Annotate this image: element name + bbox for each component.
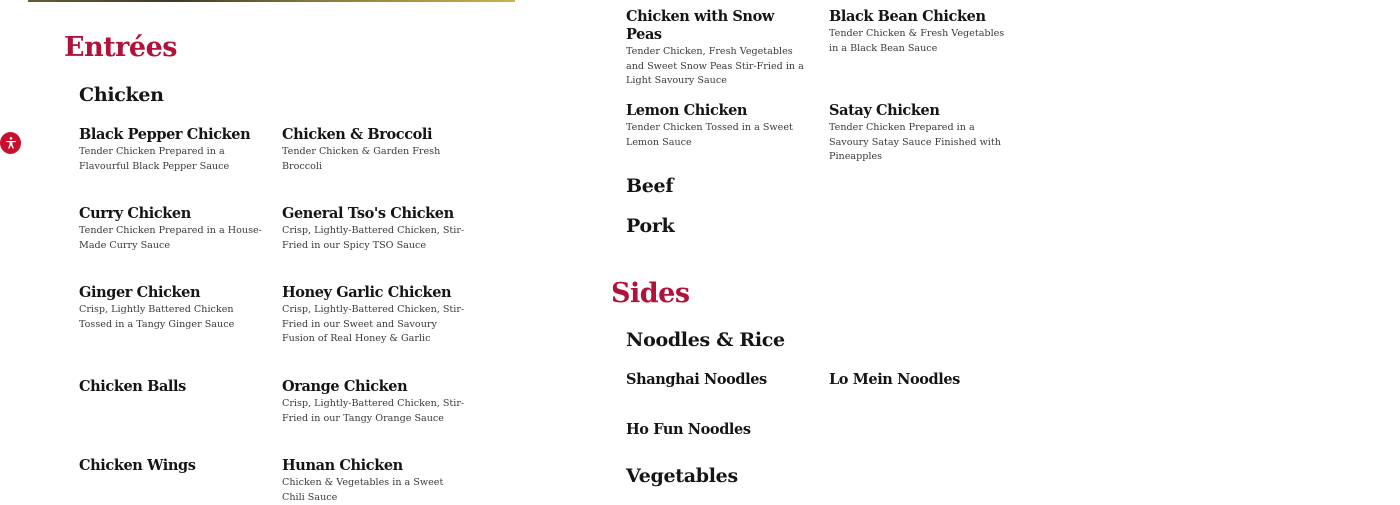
menu-item[interactable]: Orange Chicken Crisp, Lightly-Battered C… xyxy=(282,378,467,426)
menu-item[interactable]: Lo Mein Noodles xyxy=(829,371,1014,389)
menu-item-name: Shanghai Noodles xyxy=(626,371,767,388)
menu-item-desc: Chicken & Vegetables in a Sweet Chili Sa… xyxy=(282,477,444,503)
menu-item-desc: Crisp, Lightly-Battered Chicken, Stir-Fr… xyxy=(282,304,465,345)
menu-item-desc: Tender Chicken Tossed in a Sweet Lemon S… xyxy=(626,122,793,148)
menu-item[interactable]: Black Bean Chicken Tender Chicken & Fres… xyxy=(829,8,1014,56)
category-title-vegetables[interactable]: Vegetables xyxy=(626,465,738,487)
menu-item-desc: Tender Chicken Prepared in a House-Made … xyxy=(79,225,262,251)
menu-item-desc: Crisp, Lightly Battered Chicken Tossed i… xyxy=(79,304,235,330)
menu-item[interactable]: Hunan Chicken Chicken & Vegetables in a … xyxy=(282,457,467,505)
menu-item[interactable]: Chicken & Broccoli Tender Chicken & Gard… xyxy=(282,126,467,174)
category-title-pork[interactable]: Pork xyxy=(626,215,675,237)
menu-item-desc: Crisp, Lightly-Battered Chicken, Stir-Fr… xyxy=(282,225,465,251)
menu-item-name: Black Pepper Chicken xyxy=(79,126,251,143)
menu-item[interactable]: Curry Chicken Tender Chicken Prepared in… xyxy=(79,205,264,253)
category-title-noodles-rice[interactable]: Noodles & Rice xyxy=(626,329,785,351)
menu-item-name: Lo Mein Noodles xyxy=(829,371,960,388)
menu-item-name: Ho Fun Noodles xyxy=(626,421,751,438)
menu-item-name: Lemon Chicken xyxy=(626,102,748,119)
category-title-chicken[interactable]: Chicken xyxy=(79,84,164,106)
section-title-entrees: Entrées xyxy=(64,32,177,63)
menu-item-name: Ginger Chicken xyxy=(79,284,201,301)
menu-item-desc: Tender Chicken Prepared in a Savoury Sat… xyxy=(829,122,1001,163)
menu-item-name: Orange Chicken xyxy=(282,378,408,395)
menu-item-desc: Tender Chicken & Fresh Vegetables in a B… xyxy=(829,28,1005,54)
menu-item-name: Honey Garlic Chicken xyxy=(282,284,452,301)
menu-item-name: Satay Chicken xyxy=(829,102,940,119)
menu-item[interactable]: General Tso's Chicken Crisp, Lightly-Bat… xyxy=(282,205,467,253)
menu-item-name: Chicken with Snow Peas xyxy=(626,8,774,43)
menu-item[interactable]: Chicken Wings xyxy=(79,457,264,475)
accessibility-icon xyxy=(5,137,16,149)
menu-item[interactable]: Honey Garlic Chicken Crisp, Lightly-Batt… xyxy=(282,284,467,347)
menu-item-desc: Tender Chicken & Garden Fresh Broccoli xyxy=(282,146,441,172)
menu-item-name: General Tso's Chicken xyxy=(282,205,454,222)
menu-item-name: Chicken & Broccoli xyxy=(282,126,433,143)
menu-item[interactable]: Black Pepper Chicken Tender Chicken Prep… xyxy=(79,126,264,174)
menu-item-desc: Crisp, Lightly-Battered Chicken, Stir-Fr… xyxy=(282,398,465,424)
menu-item[interactable]: Chicken Balls xyxy=(79,378,264,396)
menu-item-name: Black Bean Chicken xyxy=(829,8,986,25)
section-title-sides: Sides xyxy=(611,278,690,309)
menu-item-desc: Tender Chicken Prepared in a Flavourful … xyxy=(79,146,230,172)
menu-item[interactable]: Ho Fun Noodles xyxy=(626,421,811,439)
menu-item-name: Chicken Balls xyxy=(79,378,186,395)
menu-item[interactable]: Lemon Chicken Tender Chicken Tossed in a… xyxy=(626,102,811,150)
menu-item-name: Hunan Chicken xyxy=(282,457,403,474)
menu-item-name: Curry Chicken xyxy=(79,205,191,222)
menu-item[interactable]: Ginger Chicken Crisp, Lightly Battered C… xyxy=(79,284,264,332)
category-title-beef[interactable]: Beef xyxy=(626,175,674,197)
menu-item[interactable]: Chicken with Snow Peas Tender Chicken, F… xyxy=(626,8,811,89)
menu-item[interactable]: Satay Chicken Tender Chicken Prepared in… xyxy=(829,102,1014,165)
accessibility-button[interactable] xyxy=(0,132,21,154)
menu-item-name: Chicken Wings xyxy=(79,457,196,474)
menu-item-desc: Tender Chicken, Fresh Vegetables and Swe… xyxy=(626,46,804,87)
hero-image-strip xyxy=(28,0,515,2)
menu-item[interactable]: Shanghai Noodles xyxy=(626,371,811,389)
